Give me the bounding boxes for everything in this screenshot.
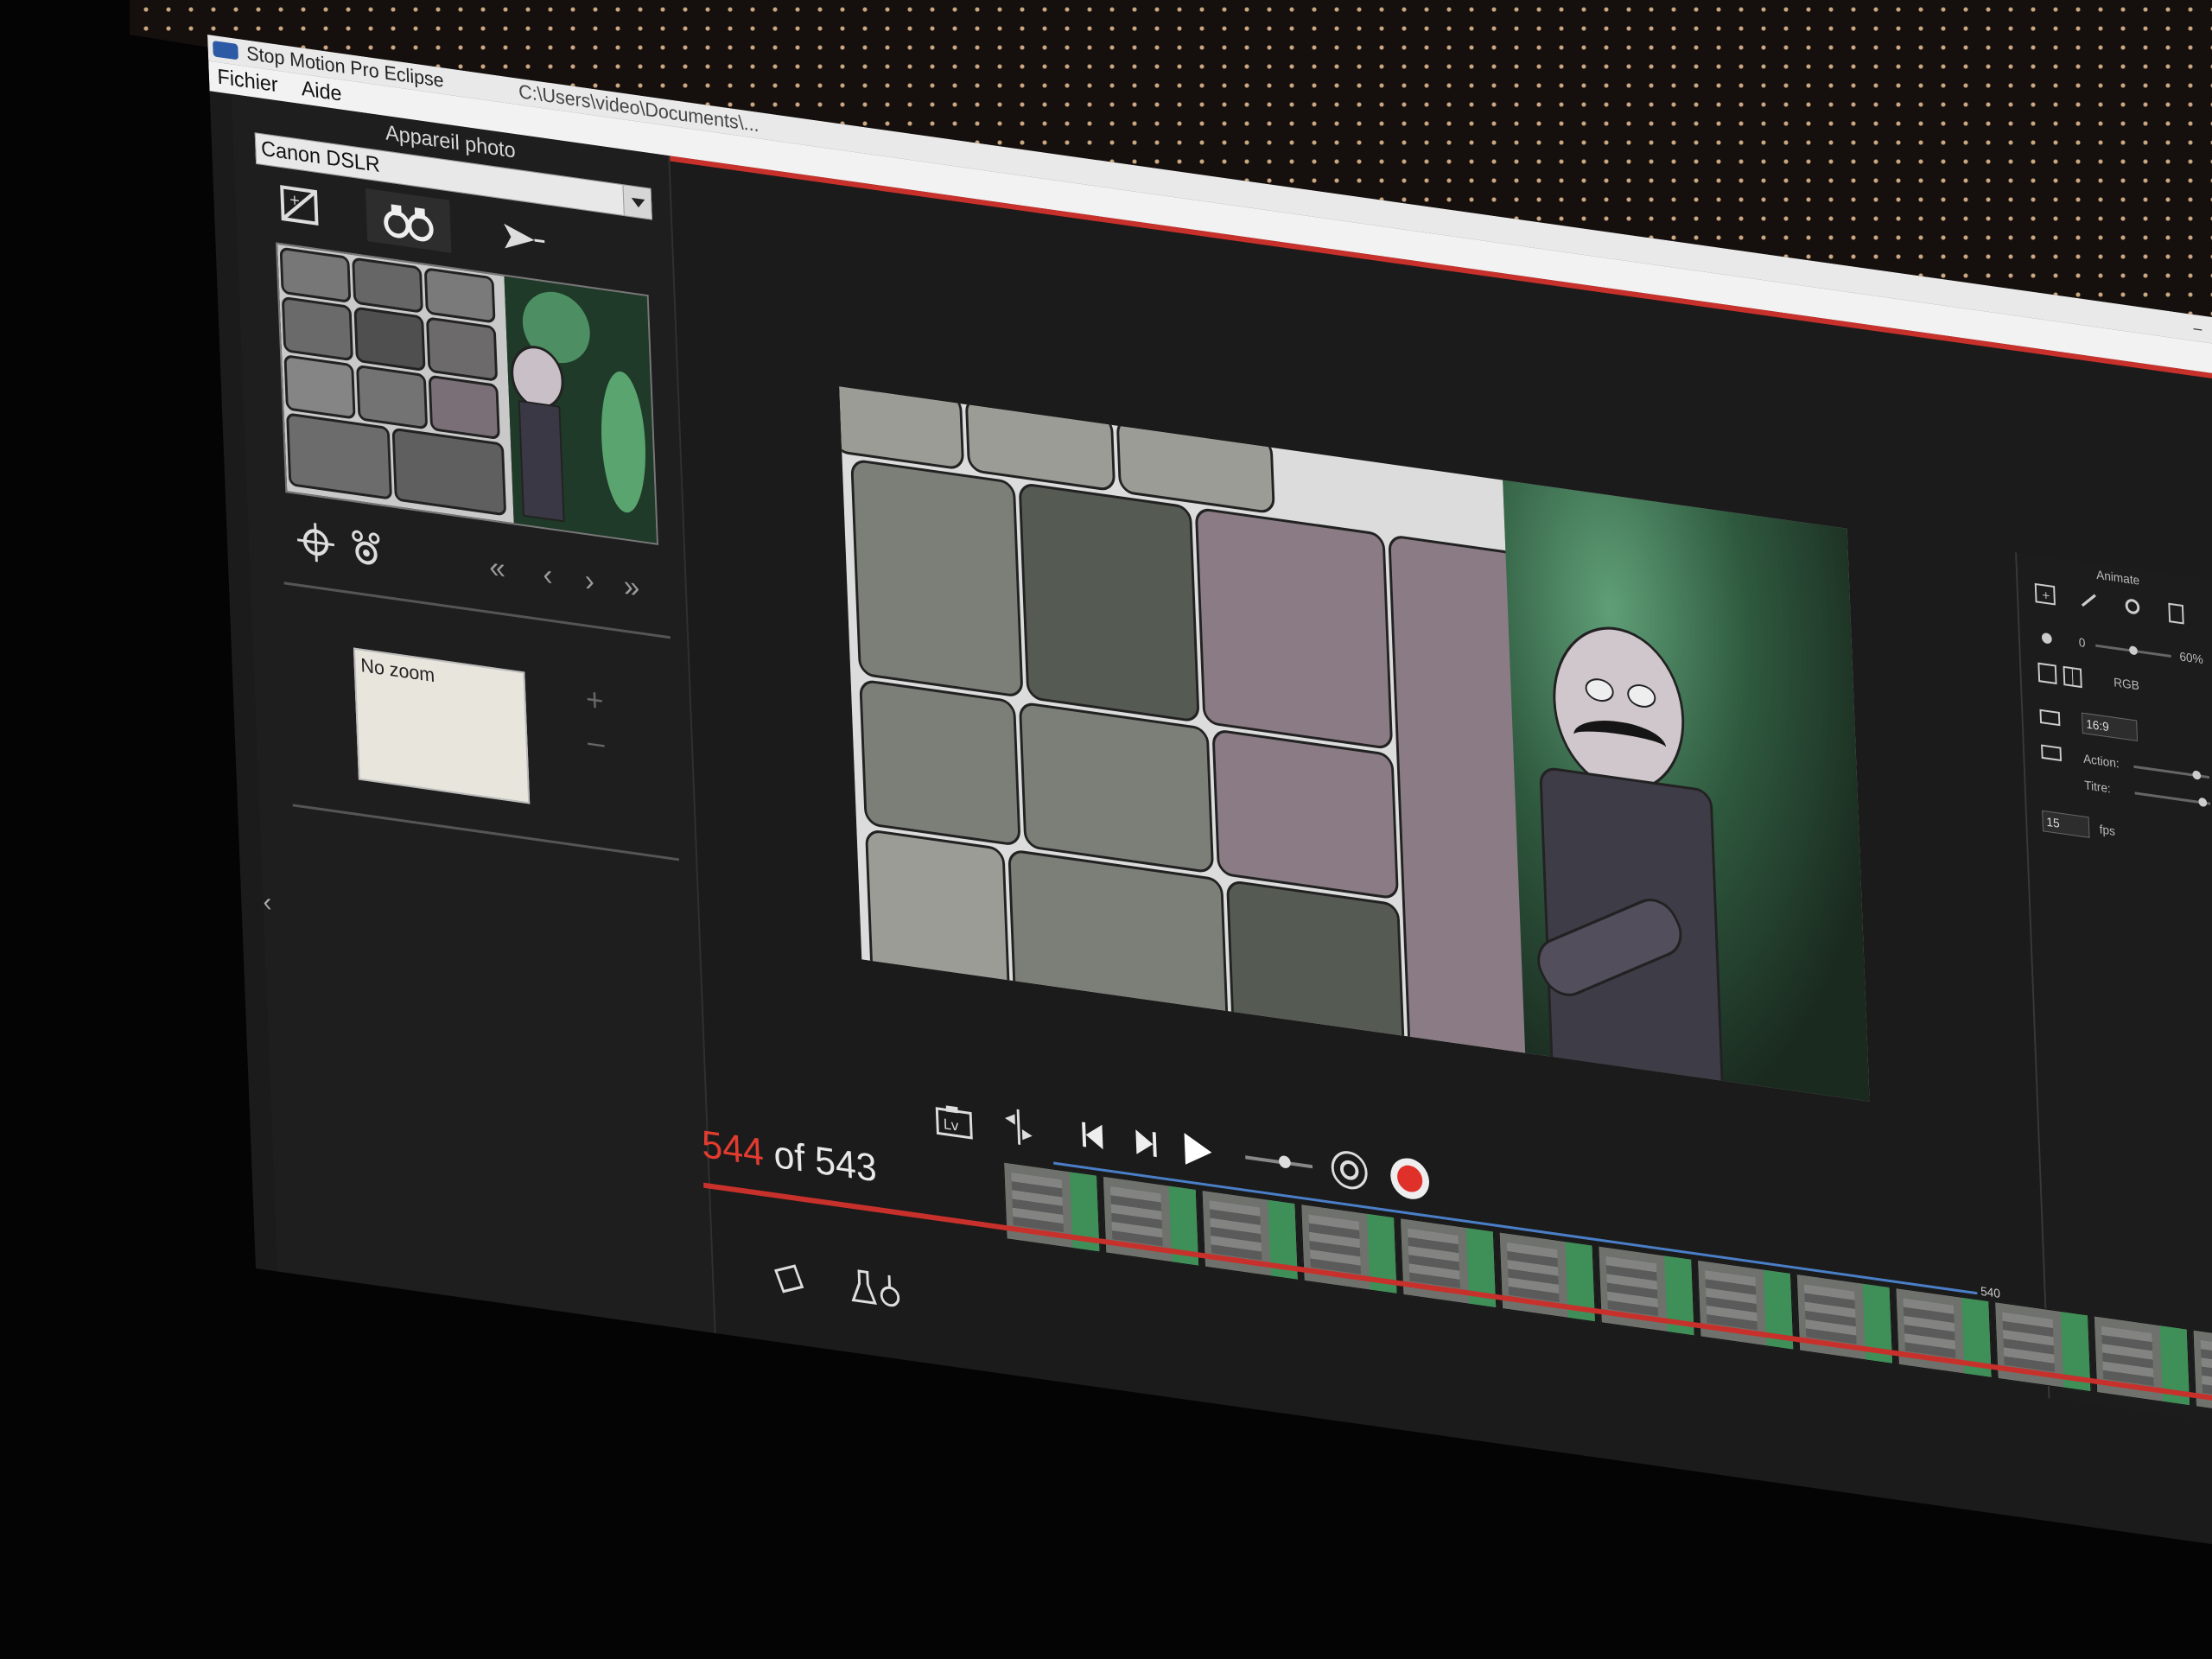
clipboard-icon[interactable]: [2164, 600, 2188, 626]
exposure-button[interactable]: +: [257, 173, 343, 238]
aspect-select[interactable]: 16:9: [2081, 712, 2139, 742]
zoom-in-button[interactable]: +: [585, 680, 604, 720]
brick-wall: [839, 386, 1540, 1078]
current-frame: 544: [701, 1122, 765, 1175]
opacity-slider[interactable]: [2095, 644, 2171, 658]
pen-icon[interactable]: [2076, 588, 2101, 613]
character-body: [1528, 766, 1724, 1087]
grid-add-icon[interactable]: [2036, 660, 2060, 686]
step-back-icon[interactable]: [1077, 1116, 1111, 1156]
tool-icon[interactable]: [773, 1259, 808, 1299]
app-logo-icon: [213, 40, 238, 60]
grid-icon[interactable]: [2061, 664, 2085, 690]
of-label: of: [772, 1132, 806, 1180]
crosshair-icon[interactable]: [295, 518, 337, 567]
binoculars-icon: [384, 204, 434, 242]
total-frames: 543: [814, 1138, 878, 1191]
title-icon: [2041, 744, 2063, 762]
opacity-value: 0: [2078, 634, 2086, 651]
live-view-button[interactable]: Lv: [934, 1101, 974, 1141]
swap-icon[interactable]: [1001, 1105, 1037, 1148]
zoom-label: No zoom: [359, 653, 435, 687]
titre-slider[interactable]: [2134, 791, 2211, 808]
frame-add-icon[interactable]: +: [2033, 582, 2057, 607]
opacity-percent: 60%: [2179, 649, 2203, 667]
last-frame-button[interactable]: »: [613, 560, 649, 614]
rgb-label: RGB: [2113, 675, 2140, 693]
capture-arrow-button[interactable]: [474, 204, 561, 269]
lab-flask-icon[interactable]: [849, 1264, 909, 1315]
accent-divider: [663, 155, 2212, 388]
record-icon[interactable]: [1387, 1153, 1433, 1205]
fps-label: fps: [2099, 822, 2116, 838]
photo-scene: Stop Motion Pro Eclipse C:\Users\video\D…: [0, 0, 2212, 1659]
aspect-icon: [2039, 709, 2061, 727]
first-frame-button[interactable]: «: [480, 541, 515, 595]
action-slider[interactable]: [2133, 765, 2209, 780]
play-icon[interactable]: [1178, 1128, 1217, 1173]
camera-panel: Appareil photo Canon DSLR + « ‹ › » No z…: [231, 93, 716, 1334]
onion-eye-icon[interactable]: [1328, 1146, 1370, 1194]
lv-label: Lv: [943, 1116, 959, 1135]
camera-preview: [276, 242, 658, 545]
action-label: Action:: [2082, 751, 2120, 771]
bottom-tools: [773, 1254, 1027, 1342]
svg-text:+: +: [289, 191, 301, 209]
timeline-marker: 540: [1980, 1283, 2001, 1301]
next-frame-button[interactable]: ›: [572, 554, 607, 608]
separator: [292, 804, 679, 861]
exposure-icon: +: [280, 185, 319, 226]
zoom-out-button[interactable]: –: [587, 722, 605, 762]
live-view-frame: [839, 386, 1870, 1102]
onion-skin-icon[interactable]: [346, 525, 388, 574]
preview-image: [277, 244, 657, 543]
capture-arrow-icon: [504, 223, 545, 249]
step-forward-icon[interactable]: [1127, 1123, 1161, 1163]
speed-slider[interactable]: [1245, 1154, 1313, 1169]
titre-label: Titre:: [2083, 777, 2112, 796]
zoom-preview[interactable]: No zoom: [353, 647, 531, 804]
brightness-icon: [2042, 632, 2052, 644]
minimize-button[interactable]: –: [2193, 315, 2202, 342]
timeline-frame[interactable]: [2192, 1329, 2212, 1421]
chevron-down-icon[interactable]: [622, 185, 652, 219]
frame-counter: 544 of 543: [701, 1122, 877, 1191]
monitor-screen: Stop Motion Pro Eclipse C:\Users\video\D…: [207, 35, 2212, 1560]
green-background: [1503, 480, 1870, 1102]
speed-slider-knob[interactable]: [1278, 1154, 1291, 1169]
camera-icon: Lv: [935, 1105, 973, 1140]
collapse-arrow-icon[interactable]: ‹: [263, 887, 272, 918]
prev-frame-button[interactable]: ‹: [530, 548, 565, 602]
svg-text:+: +: [2042, 588, 2050, 602]
binoculars-button[interactable]: [365, 188, 452, 253]
fps-select[interactable]: 15: [2042, 810, 2090, 838]
gear-icon[interactable]: [2120, 594, 2145, 620]
